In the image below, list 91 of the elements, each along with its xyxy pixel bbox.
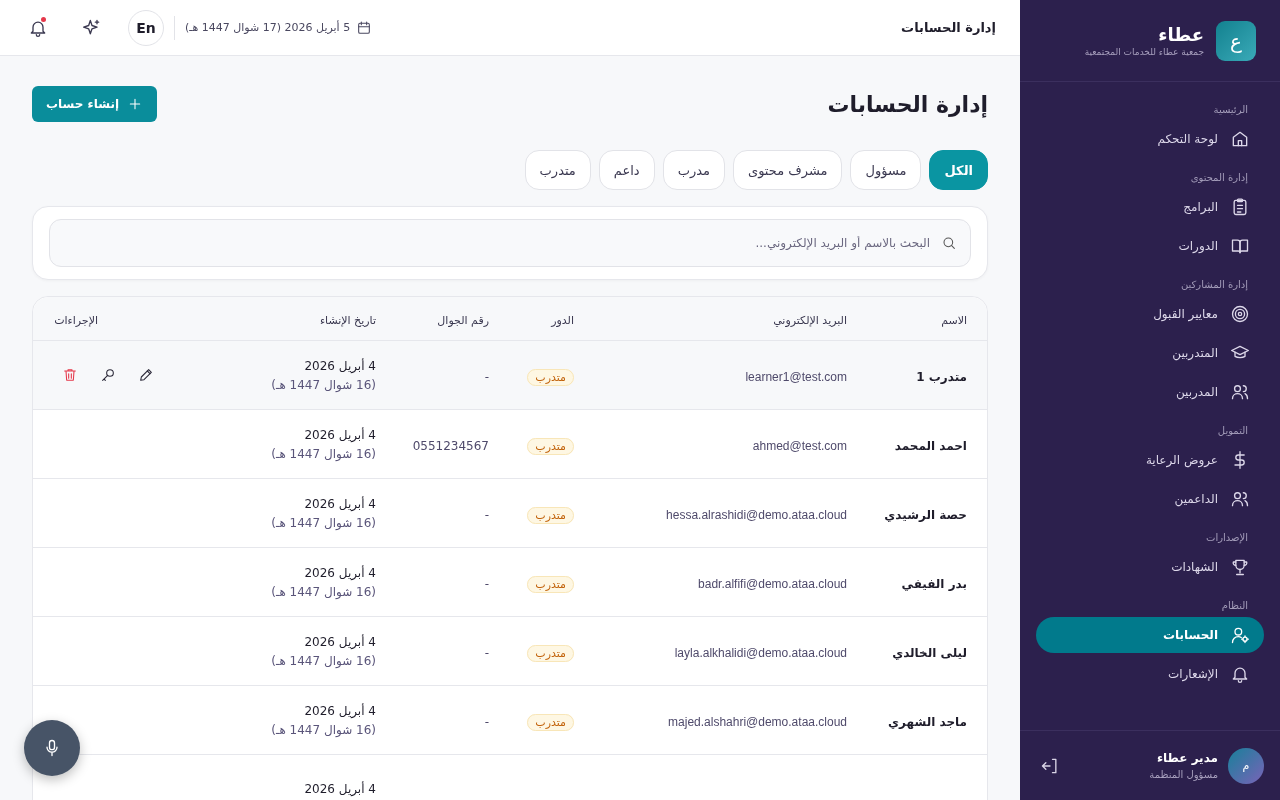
name-cell: حصة الرشيدي (884, 507, 967, 522)
calendar-icon (356, 19, 373, 36)
date-cell: 4 أبريل 2026 (304, 634, 376, 649)
hijri-date: (16 شوال 1447 هـ) (271, 584, 376, 599)
trophy-icon (1230, 557, 1250, 577)
section-title: الرئيسية (1212, 103, 1249, 117)
date-cell: 4 أبريل 2026 (304, 565, 376, 580)
date-cell: 4 أبريل 2026 (304, 703, 376, 718)
language-button[interactable]: En (128, 9, 164, 46)
brand-name: عطاء (1157, 24, 1204, 45)
date-cell: 4 أبريل 2026 (304, 782, 376, 796)
page-title: إدارة الحسابات (827, 91, 988, 117)
section-title: التمويل (1216, 424, 1249, 438)
user-name: مدير عطاء (1155, 751, 1218, 765)
hijri-date: (16 شوال 1447 هـ) (271, 515, 376, 530)
delete-button[interactable] (62, 367, 78, 383)
phone-cell: 0551234567 (412, 438, 489, 453)
user-gear-icon (1230, 625, 1250, 645)
brand-subtitle: جمعية عطاء للخدمات المجتمعية (1084, 47, 1204, 57)
nav-item[interactable]: لوحة التحكم (1036, 121, 1264, 157)
trash-icon (62, 367, 78, 383)
column-header: الاسم (941, 314, 967, 327)
edit-button[interactable] (138, 367, 154, 383)
nav-item[interactable]: الحسابات (1036, 617, 1264, 653)
nav-item[interactable]: المدربين (1036, 374, 1264, 410)
password-button[interactable] (100, 367, 116, 383)
nav-item[interactable]: البرامج (1036, 189, 1264, 225)
email-cell: ahmed@test.com (752, 438, 847, 453)
date-text: 5 أبريل 2026 (17 شوال 1447 هـ) (185, 21, 351, 34)
name-cell: بدر الفيفي (901, 576, 967, 591)
breadcrumb-title: إدارة الحسابات (901, 20, 996, 35)
key-icon (100, 367, 116, 383)
phone-cell: - (484, 507, 489, 522)
column-header: الدور (551, 314, 574, 327)
column-header: البريد الإلكتروني (773, 314, 847, 327)
nav-item[interactable]: الدورات (1036, 228, 1264, 264)
column-header: الإجراءات (54, 314, 98, 327)
column-header: رقم الجوال (437, 314, 489, 327)
phone-cell: - (484, 369, 489, 384)
role-tag: متدرب (527, 368, 574, 386)
search-icon (941, 235, 957, 251)
hijri-date: (16 شوال 1447 هـ) (271, 653, 376, 668)
nav-item[interactable]: عروض الرعاية (1036, 442, 1264, 478)
name-cell: احمد المحمد (894, 438, 967, 453)
email-cell: majed.alshahri@demo.ataa.cloud (668, 714, 847, 729)
role-tag: متدرب (527, 506, 574, 524)
filter-tab[interactable]: مشرف محتوى (732, 150, 843, 190)
users-icon (1230, 382, 1250, 402)
filter-tab[interactable]: داعم (598, 150, 655, 190)
phone-cell: - (484, 645, 489, 660)
email-cell: hessa.alrashidi@demo.ataa.cloud (666, 507, 847, 522)
avatar: م (1228, 747, 1264, 784)
nav-item[interactable]: معايير القبول (1036, 296, 1264, 332)
section-title: إدارة المشاركين (1179, 278, 1249, 293)
logo: ع (1216, 20, 1256, 61)
role-tag: متدرب (527, 713, 574, 731)
user-role: مسؤول المنظمة (1148, 769, 1218, 780)
hijri-date: (16 شوال 1447 هـ) (271, 377, 376, 392)
date-cell: 4 أبريل 2026 (304, 358, 376, 373)
home-icon (1230, 129, 1250, 149)
nav-item[interactable]: الشهادات (1036, 549, 1264, 585)
nav-item[interactable]: المتدربين (1036, 335, 1264, 371)
email-cell: badr.alfifi@demo.ataa.cloud (698, 576, 847, 591)
section-title: الإصدارات (1204, 531, 1249, 546)
role-tag: متدرب (527, 437, 574, 455)
filter-tab[interactable]: مسؤول (850, 150, 922, 190)
target-icon (1230, 304, 1250, 324)
email-cell: layla.alkhalidi@demo.ataa.cloud (674, 645, 847, 660)
phone-cell: - (484, 576, 489, 591)
name-cell: ليلى الخالدي (892, 645, 967, 660)
nav-item[interactable]: الداعمين (1036, 481, 1264, 517)
name-cell: متدرب 1 (916, 369, 967, 384)
hijri-date: (16 شوال 1447 هـ) (271, 722, 376, 737)
hijri-date: (16 شوال 1447 هـ) (271, 446, 376, 461)
filter-tab[interactable]: متدرب (524, 150, 591, 190)
nav-item[interactable]: الإشعارات (1036, 656, 1264, 692)
column-header: تاريخ الإنشاء (319, 314, 376, 327)
section-title: إدارة المحتوى (1189, 171, 1249, 186)
date-cell: 4 أبريل 2026 (304, 496, 376, 511)
role-tag: متدرب (527, 575, 574, 593)
name-cell: ماجد الشهري (888, 714, 967, 729)
pencil-icon (138, 367, 154, 383)
role-tag: متدرب (527, 644, 574, 662)
phone-cell: - (484, 714, 489, 729)
filter-tab[interactable]: الكل (929, 150, 988, 190)
date-cell: 4 أبريل 2026 (304, 427, 376, 442)
email-cell: learner1@test.com (745, 369, 847, 384)
filter-tab[interactable]: مدرب (662, 150, 725, 190)
create-account-button[interactable]: إنشاء حساب (32, 86, 158, 122)
users-icon (1230, 489, 1250, 509)
section-title: النظام (1220, 599, 1249, 613)
